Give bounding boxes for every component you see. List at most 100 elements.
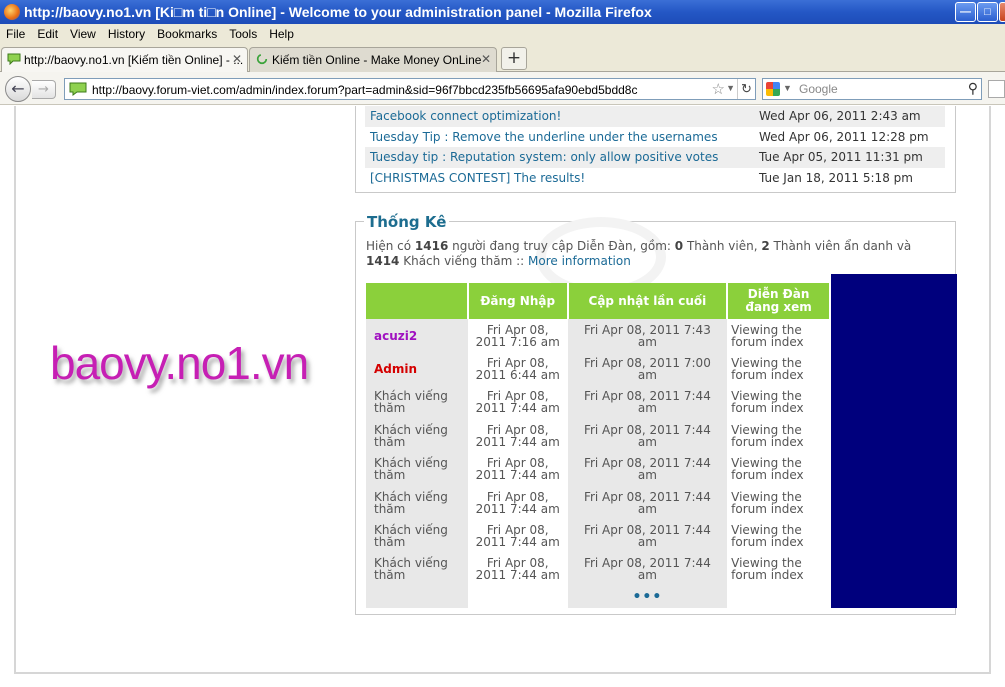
login-time-cell: Fri Apr 08, 2011 7:44 am: [467, 485, 568, 520]
user-name-cell: Khách viếng thăm: [366, 485, 468, 520]
table-row: acuzi2 Fri Apr 08, 2011 7:16 am Fri Apr 08…: [366, 319, 830, 353]
bookmark-star-icon[interactable]: ☆: [712, 80, 725, 98]
login-time: Fri Apr 08, 2011 7:44 am: [475, 456, 560, 483]
summary-text: Thành viên,: [683, 239, 762, 253]
summary-text: người đang truy cập Diễn Đàn, gồm:: [448, 239, 675, 253]
back-button[interactable]: ←: [5, 76, 31, 102]
more-row-cell: •••: [567, 586, 728, 609]
viewing-location: Viewing the forum index: [731, 489, 804, 516]
page-content: Facebook connect optimization! Wed Apr 0…: [0, 106, 1005, 687]
login-time: Fri Apr 08, 2011 7:44 am: [475, 523, 560, 550]
sidebar-toggle-button[interactable]: [988, 80, 1005, 98]
statistics-panel: Thống Kê Hiện có 1416 người đang truy cậ…: [355, 213, 957, 615]
news-link[interactable]: [CHRISTMAS CONTEST] The results!: [370, 171, 759, 185]
table-row: Khách viếng thăm Fri Apr 08, 2011 7:44 am…: [366, 519, 830, 553]
last-update-time-cell: Fri Apr 08, 2011 7:44 am: [567, 419, 728, 453]
address-bar[interactable]: http://baovy.forum-viet.com/admin/index.…: [64, 78, 756, 100]
menu-file[interactable]: File: [0, 24, 31, 41]
login-time-cell: Fri Apr 08, 2011 6:44 am: [467, 352, 568, 386]
viewing-location-cell: Viewing the forum index: [727, 519, 830, 553]
viewing-location: Viewing the forum index: [731, 322, 804, 349]
tab-label: http://baovy.no1.vn [Kiếm tiền Online] -…: [24, 53, 244, 67]
table-row: Khách viếng thăm Fri Apr 08, 2011 7:44 am…: [366, 419, 830, 453]
login-time: Fri Apr 08, 2011 7:44 am: [475, 489, 560, 516]
tab-close-icon[interactable]: ✕: [232, 52, 242, 66]
viewing-location-cell: Viewing the forum index: [727, 552, 830, 587]
search-placeholder: Google: [799, 82, 838, 96]
history-dropdown-icon[interactable]: ▼: [726, 83, 735, 93]
login-time-cell: Fri Apr 08, 2011 7:44 am: [467, 452, 568, 486]
login-time-cell: Fri Apr 08, 2011 7:16 am: [467, 319, 568, 353]
news-link[interactable]: Tuesday tip : Reputation system: only al…: [370, 150, 759, 164]
viewing-location-cell: Viewing the forum index: [727, 419, 830, 453]
user-name: Khách viếng thăm: [374, 556, 448, 583]
last-update-time-cell: Fri Apr 08, 2011 7:44 am: [567, 385, 728, 420]
table-row: Admin Fri Apr 08, 2011 6:44 am Fri Apr 08,…: [366, 352, 830, 386]
menu-bookmarks[interactable]: Bookmarks: [151, 24, 223, 41]
google-icon[interactable]: [766, 82, 780, 96]
table-row: Khách viếng thăm Fri Apr 08, 2011 7:44 am…: [366, 485, 830, 520]
new-tab-button[interactable]: +: [501, 47, 527, 70]
news-link[interactable]: Facebook connect optimization!: [370, 109, 759, 123]
last-update-time: Fri Apr 08, 2011 7:44 am: [583, 489, 711, 516]
last-update-time-cell: Fri Apr 08, 2011 7:44 am: [567, 519, 728, 553]
user-name-cell: Khách viếng thăm: [366, 552, 468, 587]
last-update-time-cell: Fri Apr 08, 2011 7:43 am: [567, 319, 728, 353]
last-update-time-cell: Fri Apr 08, 2011 7:00 am: [567, 352, 728, 386]
statistics-heading: Thống Kê: [364, 213, 450, 231]
search-bar[interactable]: ▼ Google ⚲: [762, 78, 982, 100]
last-update-time-cell: Fri Apr 08, 2011 7:44 am: [567, 552, 728, 587]
viewing-location-cell: Viewing the forum index: [727, 452, 830, 486]
reload-icon[interactable]: ↻: [737, 79, 755, 99]
news-item: [CHRISTMAS CONTEST] The results! Tue Jan…: [365, 168, 945, 189]
news-date: Wed Apr 06, 2011 2:43 am: [759, 109, 921, 124]
news-date: Wed Apr 06, 2011 12:28 pm: [759, 129, 929, 144]
user-name: Khách viếng thăm: [374, 456, 448, 483]
menu-tools[interactable]: Tools: [223, 24, 263, 41]
viewing-location-cell: Viewing the forum index: [727, 319, 830, 353]
user-name-cell: Khách viếng thăm: [366, 519, 468, 553]
tab-admin[interactable]: http://baovy.no1.vn [Kiếm tiền Online] -…: [1, 47, 248, 73]
menu-view[interactable]: View: [64, 24, 102, 41]
table-row: Khách viếng thăm Fri Apr 08, 2011 7:44 am…: [366, 452, 830, 486]
menu-history[interactable]: History: [102, 24, 151, 41]
menu-bar: File Edit View History Bookmarks Tools Help: [0, 24, 1005, 44]
window-title: http://baovy.no1.vn [Ki□m ti□n Online] -…: [24, 4, 652, 20]
engine-dropdown-icon[interactable]: ▼: [783, 83, 792, 93]
table-header-row: Đăng Nhập Cập nhật lần cuối Diễn Đàn đan…: [366, 283, 831, 319]
more-row-cell: [366, 586, 468, 609]
tab-kiem-tien[interactable]: Kiếm tiền Online - Make Money OnLine ✕: [249, 47, 497, 72]
login-time-cell: Fri Apr 08, 2011 7:44 am: [467, 552, 568, 587]
maximize-button[interactable]: □: [977, 2, 998, 22]
total-online-count: 1416: [414, 239, 449, 253]
search-icon[interactable]: ⚲: [968, 80, 978, 97]
viewing-location: Viewing the forum index: [731, 456, 804, 483]
user-name: Khách viếng thăm: [374, 489, 448, 516]
more-users-link[interactable]: •••: [632, 589, 662, 605]
url-text: http://baovy.forum-viet.com/admin/index.…: [92, 83, 638, 97]
user-name[interactable]: acuzi2: [374, 329, 417, 343]
summary-text: Hiện có: [366, 239, 415, 253]
tab-close-icon[interactable]: ✕: [481, 52, 491, 66]
login-time: Fri Apr 08, 2011 7:44 am: [475, 422, 560, 449]
news-link[interactable]: Tuesday Tip : Remove the underline under…: [370, 130, 759, 144]
viewing-location-cell: Viewing the forum index: [727, 385, 830, 420]
column-header-login: Đăng Nhập: [467, 283, 569, 319]
forward-button[interactable]: →: [32, 80, 56, 99]
navigation-bar: ← → http://baovy.forum-viet.com/admin/in…: [0, 72, 1005, 105]
user-name[interactable]: Admin: [374, 362, 417, 376]
summary-text: Thành viên ẩn danh và: [769, 239, 912, 253]
login-time: Fri Apr 08, 2011 6:44 am: [475, 356, 560, 383]
close-window-button[interactable]: [999, 2, 1005, 22]
menu-edit[interactable]: Edit: [31, 24, 64, 41]
news-item: Tuesday tip : Reputation system: only al…: [365, 147, 945, 168]
statistics-summary: Hiện có 1416 người đang truy cập Diễn Đà…: [366, 239, 941, 269]
user-name-cell: Khách viếng thăm: [366, 419, 468, 453]
viewing-location: Viewing the forum index: [731, 389, 804, 416]
login-time: Fri Apr 08, 2011 7:44 am: [475, 389, 560, 416]
more-information-link[interactable]: More information: [528, 254, 631, 268]
viewing-location-cell: Viewing the forum index: [727, 485, 830, 520]
back-arrow-icon: ←: [11, 79, 25, 98]
menu-help[interactable]: Help: [263, 24, 300, 41]
minimize-button[interactable]: —: [955, 2, 976, 22]
